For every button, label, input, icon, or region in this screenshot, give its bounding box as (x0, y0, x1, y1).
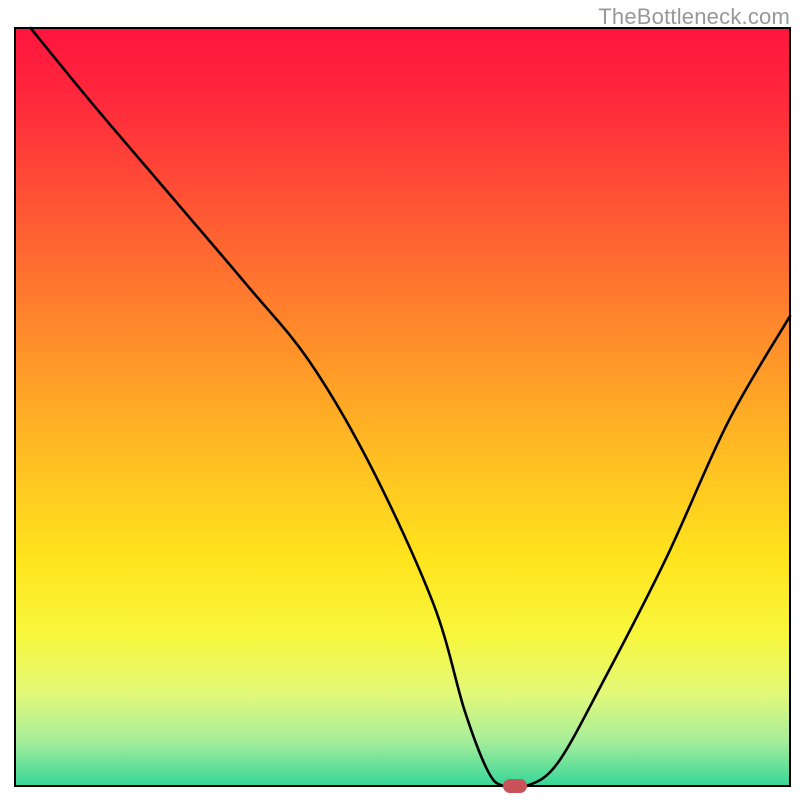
bottleneck-chart (0, 0, 800, 800)
plot-background (15, 28, 790, 786)
optimal-marker (503, 779, 527, 793)
chart-container: TheBottleneck.com (0, 0, 800, 800)
